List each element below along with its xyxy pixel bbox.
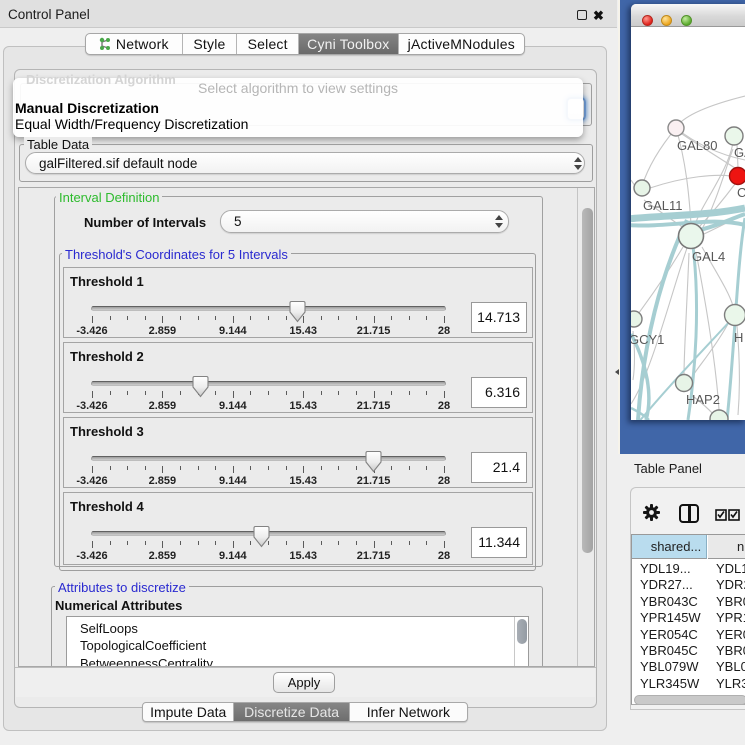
svg-text:GCY1: GCY1 [631, 332, 664, 347]
svg-text:GA: GA [734, 145, 745, 160]
svg-text:GAL80: GAL80 [677, 138, 717, 153]
svg-text:C: C [737, 185, 745, 200]
svg-text:GAL4: GAL4 [692, 249, 725, 264]
svg-text:HAP2: HAP2 [686, 392, 720, 407]
svg-text:GAL11: GAL11 [643, 198, 683, 213]
svg-text:H: H [734, 330, 743, 345]
